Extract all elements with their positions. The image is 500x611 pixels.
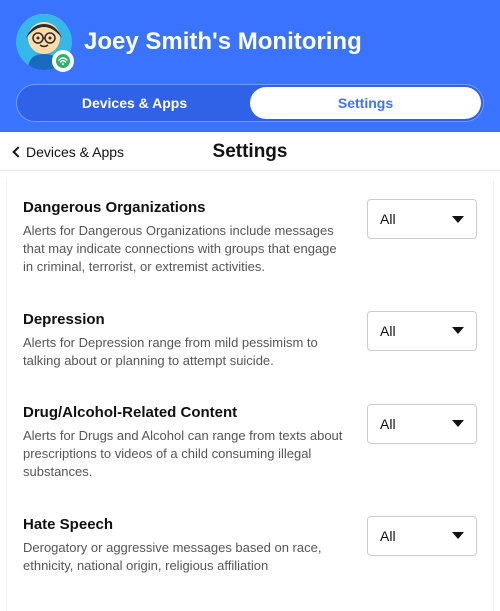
- chevron-down-icon: [452, 420, 464, 427]
- select-value: All: [380, 416, 396, 432]
- select-value: All: [380, 211, 396, 227]
- subheader: Devices & Apps Settings: [0, 132, 500, 171]
- setting-select[interactable]: All: [367, 199, 477, 239]
- setting-select[interactable]: All: [367, 516, 477, 556]
- setting-select[interactable]: All: [367, 404, 477, 444]
- chevron-down-icon: [452, 216, 464, 223]
- back-button[interactable]: Devices & Apps: [14, 144, 124, 160]
- setting-title: Hate Speech: [23, 516, 347, 533]
- header-top: Joey Smith's Monitoring: [16, 14, 484, 70]
- select-value: All: [380, 528, 396, 544]
- setting-desc: Alerts for Dangerous Organizations inclu…: [23, 222, 347, 277]
- setting-text: Depression Alerts for Depression range f…: [23, 311, 347, 370]
- setting-row: Hate Speech Derogatory or aggressive mes…: [23, 516, 477, 575]
- setting-desc: Alerts for Depression range from mild pe…: [23, 334, 347, 370]
- setting-row: Drug/Alcohol-Related Content Alerts for …: [23, 404, 477, 482]
- avatar[interactable]: [16, 14, 72, 70]
- setting-select[interactable]: All: [367, 311, 477, 351]
- setting-row: Depression Alerts for Depression range f…: [23, 311, 477, 370]
- setting-text: Hate Speech Derogatory or aggressive mes…: [23, 516, 347, 575]
- setting-row: Dangerous Organizations Alerts for Dange…: [23, 199, 477, 277]
- setting-text: Dangerous Organizations Alerts for Dange…: [23, 199, 347, 277]
- setting-title: Dangerous Organizations: [23, 199, 347, 216]
- tab-bar: Devices & Apps Settings: [16, 84, 484, 122]
- tab-settings[interactable]: Settings: [250, 87, 481, 119]
- subheader-title: Settings: [213, 141, 288, 163]
- chevron-left-icon: [12, 146, 23, 157]
- back-label: Devices & Apps: [26, 144, 124, 160]
- setting-text: Drug/Alcohol-Related Content Alerts for …: [23, 404, 347, 482]
- select-value: All: [380, 323, 396, 339]
- tab-devices-apps[interactable]: Devices & Apps: [19, 87, 250, 119]
- setting-desc: Alerts for Drugs and Alcohol can range f…: [23, 427, 347, 482]
- setting-title: Drug/Alcohol-Related Content: [23, 404, 347, 421]
- header: Joey Smith's Monitoring Devices & Apps S…: [0, 0, 500, 132]
- settings-list: Dangerous Organizations Alerts for Dange…: [6, 181, 494, 611]
- chevron-down-icon: [452, 327, 464, 334]
- setting-desc: Derogatory or aggressive messages based …: [23, 539, 347, 575]
- setting-title: Depression: [23, 311, 347, 328]
- wifi-badge-icon: [52, 50, 74, 72]
- chevron-down-icon: [452, 532, 464, 539]
- page-title: Joey Smith's Monitoring: [84, 28, 362, 56]
